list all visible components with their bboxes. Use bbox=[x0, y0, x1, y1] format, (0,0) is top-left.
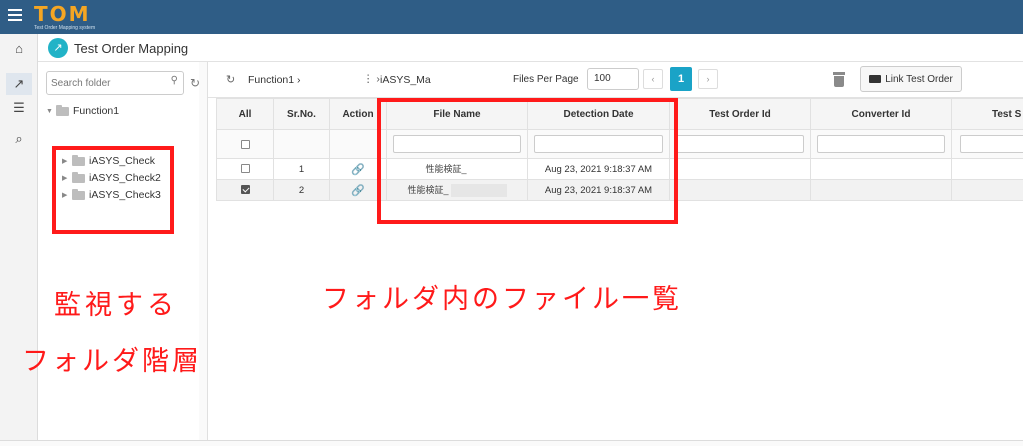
test-s-cell bbox=[951, 158, 1023, 180]
file-toolbar: ↻ Function1 › ⋮ › iASYS_Ma Files Per Pag… bbox=[208, 62, 1023, 98]
breadcrumb-item-iasys[interactable]: iASYS_Ma bbox=[380, 74, 431, 86]
breadcrumb-item-function1[interactable]: Function1 bbox=[248, 74, 294, 86]
logo-subtitle: Test Order Mapping system bbox=[34, 25, 96, 31]
row-checkbox[interactable] bbox=[240, 164, 250, 174]
panel-resizer[interactable] bbox=[199, 62, 208, 440]
converter-id-cell bbox=[810, 158, 952, 180]
page-title: Test Order Mapping bbox=[74, 41, 189, 56]
file-list-caption: フォルダ内のファイル一覧 bbox=[322, 284, 682, 315]
folder-tree-highlight-box bbox=[52, 146, 174, 234]
files-per-page-label: Files Per Page bbox=[513, 74, 579, 85]
test-order-id-cell bbox=[669, 158, 811, 180]
folder-caption-line1: 監視する bbox=[54, 290, 178, 321]
col-header-srno[interactable]: Sr.No. bbox=[273, 98, 330, 130]
test-order-id-filter-input[interactable] bbox=[675, 135, 805, 153]
magnifier-icon[interactable]: ⚲ bbox=[171, 75, 178, 86]
col-header-converter-id[interactable]: Converter Id bbox=[810, 98, 952, 130]
next-page-button[interactable]: › bbox=[698, 69, 718, 89]
filter-cell bbox=[951, 129, 1023, 159]
trash-icon[interactable] bbox=[833, 72, 845, 87]
test-order-id-cell bbox=[669, 179, 811, 201]
row-select-cell bbox=[216, 179, 274, 201]
filter-cell bbox=[273, 129, 330, 159]
test-s-cell bbox=[951, 179, 1023, 201]
link-test-order-label: Link Test Order bbox=[885, 73, 953, 85]
col-header-all[interactable]: All bbox=[216, 98, 274, 130]
hamburger-menu-icon[interactable] bbox=[8, 9, 22, 23]
filter-cell bbox=[669, 129, 811, 159]
list-icon[interactable]: ☰ bbox=[11, 100, 27, 116]
breadcrumb[interactable]: Function1 › bbox=[248, 74, 301, 86]
current-page-button[interactable]: 1 bbox=[670, 67, 692, 91]
folder-search-input[interactable] bbox=[51, 75, 161, 91]
col-header-test-s[interactable]: Test S bbox=[951, 98, 1023, 130]
row-checkbox[interactable] bbox=[240, 185, 250, 195]
app-logo: TOM Test Order Mapping system bbox=[34, 3, 95, 31]
refresh-icon[interactable]: ↻ bbox=[226, 73, 235, 86]
breadcrumb-separator: › bbox=[297, 74, 301, 86]
bottom-border bbox=[0, 440, 1023, 446]
select-all-checkbox[interactable] bbox=[240, 139, 250, 149]
attachment-icon[interactable]: 🔗 bbox=[351, 164, 365, 176]
breadcrumb-more[interactable]: ⋮ › bbox=[363, 73, 380, 85]
converter-id-filter-input[interactable] bbox=[816, 135, 946, 153]
folder-icon bbox=[56, 104, 69, 116]
converter-id-cell bbox=[810, 179, 952, 201]
folder-open-icon bbox=[869, 75, 882, 83]
select-all-cell bbox=[216, 129, 274, 159]
folder-panel: ⚲ ↻ ▼ Function1 ▶ iASYS_Check ▶ iASYS_Ch… bbox=[38, 62, 208, 440]
logo-text: TOM bbox=[34, 2, 91, 26]
filter-cell bbox=[810, 129, 952, 159]
external-link-icon[interactable]: ↗ bbox=[6, 73, 32, 95]
file-list-highlight-box bbox=[377, 98, 678, 224]
page-header: ↗ Test Order Mapping bbox=[38, 34, 1023, 62]
home-icon[interactable]: ⌂ bbox=[11, 41, 27, 57]
srno-cell: 1 bbox=[273, 158, 330, 180]
search-icon[interactable]: ⌕ bbox=[11, 131, 27, 147]
row-select-cell bbox=[216, 158, 274, 180]
link-test-order-button[interactable]: Link Test Order bbox=[860, 66, 962, 92]
files-per-page-select[interactable]: 100 bbox=[587, 68, 639, 90]
caret-down-icon[interactable]: ▼ bbox=[46, 108, 56, 115]
col-header-test-order-id[interactable]: Test Order Id bbox=[669, 98, 811, 130]
tree-label: Function1 bbox=[73, 105, 120, 117]
srno-cell: 2 bbox=[273, 179, 330, 201]
folder-search-box: ⚲ bbox=[46, 71, 184, 95]
prev-page-button[interactable]: ‹ bbox=[643, 69, 663, 89]
tree-root-function1[interactable]: ▼ Function1 bbox=[46, 104, 119, 118]
icon-rail: ⌂ ↗ ☰ ⌕ bbox=[0, 34, 38, 440]
test-s-filter-input[interactable] bbox=[959, 135, 1023, 153]
edit-mapping-icon: ↗ bbox=[48, 38, 68, 58]
top-bar: TOM Test Order Mapping system bbox=[0, 0, 1023, 34]
folder-caption-line2: フォルダ階層 bbox=[22, 346, 202, 377]
attachment-icon[interactable]: 🔗 bbox=[351, 185, 365, 197]
